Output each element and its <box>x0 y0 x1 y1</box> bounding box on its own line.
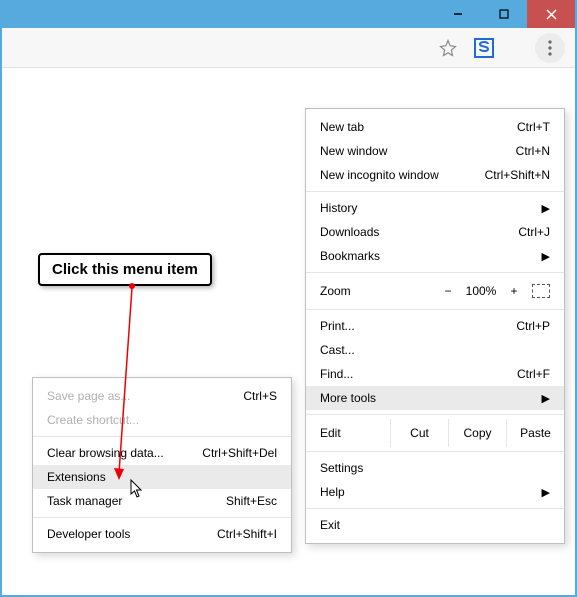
menu-history[interactable]: History ▶ <box>306 196 564 220</box>
menu-label: History <box>320 201 542 215</box>
menu-separator <box>306 451 564 452</box>
menu-label: Task manager <box>47 494 226 508</box>
menu-shortcut: Ctrl+Shift+Del <box>202 446 277 460</box>
menu-label: New tab <box>320 120 517 134</box>
menu-label: Create shortcut... <box>47 413 277 427</box>
menu-label: Settings <box>320 461 550 475</box>
more-tools-submenu: Save page as... Ctrl+S Create shortcut..… <box>32 377 292 553</box>
menu-label: Exit <box>320 518 550 532</box>
menu-shortcut: Ctrl+Shift+I <box>217 527 277 541</box>
menu-find[interactable]: Find... Ctrl+F <box>306 362 564 386</box>
menu-label: Clear browsing data... <box>47 446 202 460</box>
menu-shortcut: Ctrl+T <box>517 120 550 134</box>
menu-label: Downloads <box>320 225 518 239</box>
window-close-button[interactable] <box>527 0 575 28</box>
menu-label: New window <box>320 144 516 158</box>
menu-new-incognito[interactable]: New incognito window Ctrl+Shift+N <box>306 163 564 187</box>
menu-downloads[interactable]: Downloads Ctrl+J <box>306 220 564 244</box>
submenu-arrow-icon: ▶ <box>542 250 550 263</box>
menu-settings[interactable]: Settings <box>306 456 564 480</box>
menu-separator <box>306 191 564 192</box>
menu-more-tools[interactable]: More tools ▶ <box>306 386 564 410</box>
menu-cast[interactable]: Cast... <box>306 338 564 362</box>
menu-separator <box>33 436 291 437</box>
submenu-developer-tools[interactable]: Developer tools Ctrl+Shift+I <box>33 522 291 546</box>
menu-edit-row: Edit Cut Copy Paste <box>306 419 564 447</box>
menu-label: Help <box>320 485 542 499</box>
menu-shortcut: Ctrl+P <box>516 319 550 333</box>
extension-s-icon[interactable] <box>473 37 495 59</box>
menu-bookmarks[interactable]: Bookmarks ▶ <box>306 244 564 268</box>
menu-separator <box>306 508 564 509</box>
submenu-task-manager[interactable]: Task manager Shift+Esc <box>33 489 291 513</box>
menu-zoom-row: Zoom − 100% + <box>306 277 564 305</box>
submenu-clear-browsing-data[interactable]: Clear browsing data... Ctrl+Shift+Del <box>33 441 291 465</box>
menu-label: Print... <box>320 319 516 333</box>
menu-shortcut: Shift+Esc <box>226 494 277 508</box>
menu-label: Save page as... <box>47 389 243 403</box>
zoom-in-button[interactable]: + <box>502 284 526 298</box>
menu-exit[interactable]: Exit <box>306 513 564 537</box>
menu-label: Developer tools <box>47 527 217 541</box>
submenu-arrow-icon: ▶ <box>542 486 550 499</box>
cut-button[interactable]: Cut <box>390 419 448 447</box>
edit-label: Edit <box>306 419 390 447</box>
menu-label: Bookmarks <box>320 249 542 263</box>
menu-label: Find... <box>320 367 517 381</box>
chrome-menu-button[interactable] <box>535 33 565 63</box>
menu-help[interactable]: Help ▶ <box>306 480 564 504</box>
menu-label: Cast... <box>320 343 550 357</box>
window-minimize-button[interactable] <box>435 0 481 28</box>
submenu-create-shortcut[interactable]: Create shortcut... <box>33 408 291 432</box>
submenu-arrow-icon: ▶ <box>542 392 550 405</box>
menu-separator <box>33 517 291 518</box>
menu-shortcut: Ctrl+N <box>516 144 550 158</box>
menu-shortcut: Ctrl+F <box>517 367 550 381</box>
copy-button[interactable]: Copy <box>448 419 506 447</box>
submenu-save-page[interactable]: Save page as... Ctrl+S <box>33 384 291 408</box>
menu-separator <box>306 272 564 273</box>
submenu-arrow-icon: ▶ <box>542 202 550 215</box>
menu-shortcut: Ctrl+S <box>243 389 277 403</box>
callout-text: Click this menu item <box>52 261 198 278</box>
menu-separator <box>306 414 564 415</box>
menu-label: More tools <box>320 391 542 405</box>
menu-label: New incognito window <box>320 168 485 182</box>
zoom-out-button[interactable]: − <box>436 284 460 298</box>
submenu-extensions[interactable]: Extensions <box>33 465 291 489</box>
instruction-callout: Click this menu item <box>38 253 212 286</box>
paste-button[interactable]: Paste <box>506 419 564 447</box>
zoom-label: Zoom <box>320 284 436 298</box>
menu-new-tab[interactable]: New tab Ctrl+T <box>306 115 564 139</box>
menu-new-window[interactable]: New window Ctrl+N <box>306 139 564 163</box>
menu-print[interactable]: Print... Ctrl+P <box>306 314 564 338</box>
window-maximize-button[interactable] <box>481 0 527 28</box>
bookmark-star-icon[interactable] <box>437 37 459 59</box>
menu-label: Extensions <box>47 470 277 484</box>
menu-shortcut: Ctrl+Shift+N <box>485 168 550 182</box>
menu-separator <box>306 309 564 310</box>
browser-toolbar <box>2 28 575 68</box>
chrome-main-menu: New tab Ctrl+T New window Ctrl+N New inc… <box>305 108 565 544</box>
menu-shortcut: Ctrl+J <box>518 225 550 239</box>
fullscreen-icon[interactable] <box>532 284 550 298</box>
window-titlebar <box>2 0 575 28</box>
zoom-value: 100% <box>460 284 502 298</box>
